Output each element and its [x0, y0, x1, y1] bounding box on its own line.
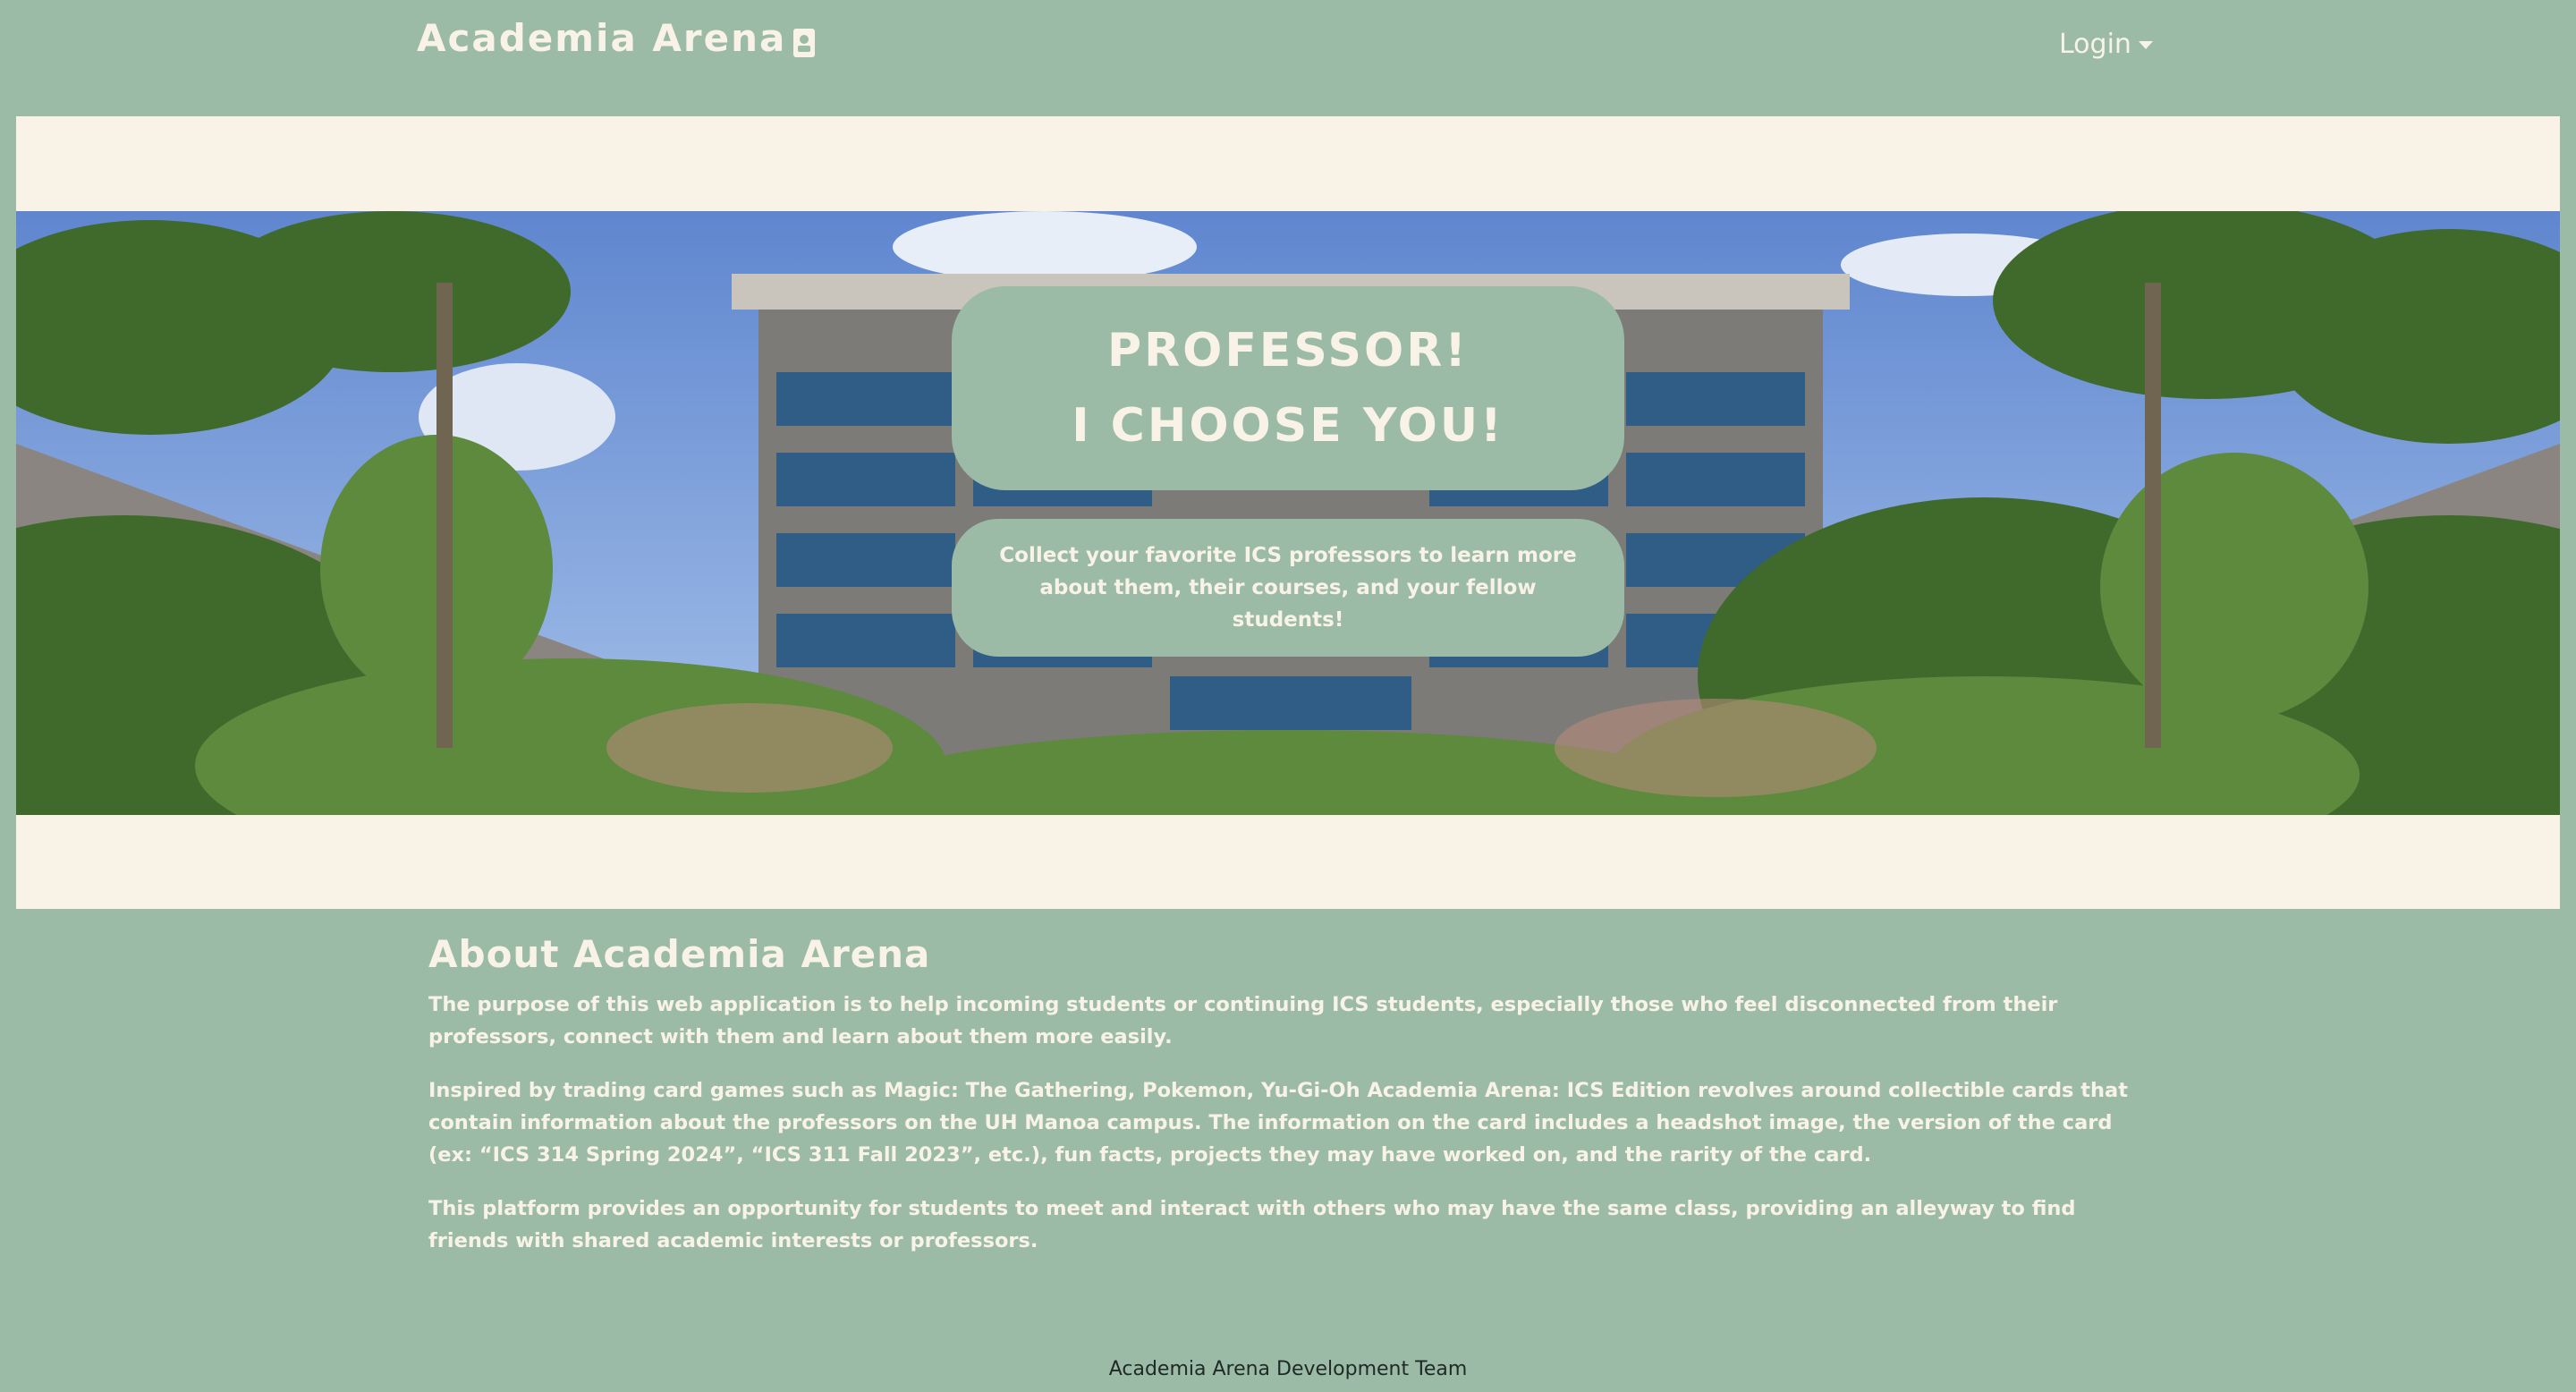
hero-title-line1: PROFESSOR!: [1107, 324, 1469, 378]
hero-subtitle-bubble: Collect your favorite ICS professors to …: [952, 519, 1624, 657]
about-heading: About Academia Arena: [428, 932, 931, 976]
id-card-icon[interactable]: [792, 28, 816, 58]
about-paragraph-1: The purpose of this web application is t…: [428, 993, 2058, 1048]
hero-subtitle: Collect your favorite ICS professors to …: [999, 544, 1577, 632]
login-label: Login: [2059, 29, 2131, 60]
hero-title-line2: I CHOOSE YOU!: [1072, 399, 1504, 453]
footer: Academia Arena Development Team: [1108, 1358, 1468, 1380]
about-section: About Academia Arena The purpose of this…: [428, 932, 2146, 1278]
about-paragraph-2: Inspired by trading card games such as M…: [428, 1079, 2128, 1167]
login-dropdown[interactable]: Login: [2059, 29, 2153, 60]
about-paragraph-3: This platform provides an opportunity fo…: [428, 1197, 2076, 1252]
navbar: Academia Arena Login: [0, 0, 2576, 116]
hero-title-bubble: PROFESSOR! I CHOOSE YOU!: [952, 286, 1624, 490]
chevron-down-icon: [2138, 41, 2153, 49]
brand-link[interactable]: Academia Arena: [417, 16, 786, 60]
